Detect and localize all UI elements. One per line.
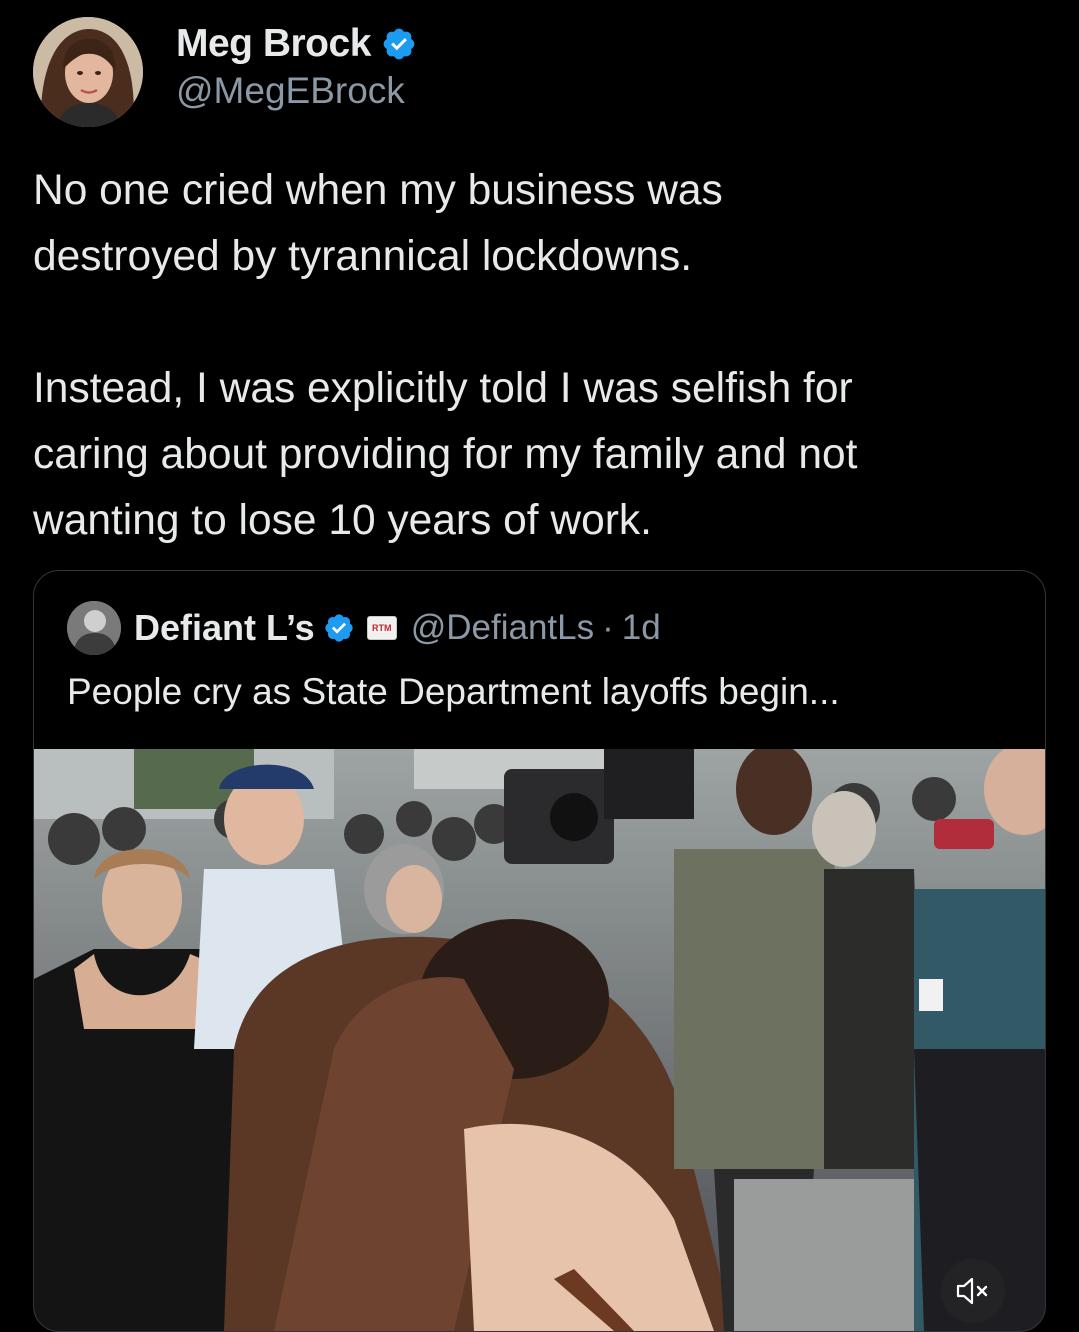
quoted-tweet-header: Defiant L’s RTM @DefiantLs · 1d [134, 603, 661, 653]
author-name-row: Meg Brock [176, 20, 417, 68]
author-avatar[interactable] [33, 17, 143, 127]
tweet-text-line: No one cried when my business was [33, 167, 723, 214]
quoted-tweet-card[interactable]: Defiant L’s RTM @DefiantLs · 1d People c… [33, 570, 1046, 1332]
speaker-muted-icon [956, 1277, 988, 1305]
tweet[interactable]: Meg Brock @MegEBrock No one cried when m… [0, 0, 1079, 1332]
author-handle[interactable]: @MegEBrock [176, 70, 405, 112]
tweet-text-line: Instead, I was explicitly told I was sel… [33, 365, 853, 412]
quoted-author-display-name[interactable]: Defiant L’s [134, 607, 315, 649]
affiliate-badge[interactable]: RTM [366, 616, 397, 640]
verified-badge-icon[interactable] [323, 612, 355, 644]
quoted-author-handle[interactable]: @DefiantLs [411, 608, 594, 648]
video-frame [34, 749, 1045, 1331]
quoted-tweet-text: People cry as State Department layoffs b… [67, 671, 840, 712]
tweet-text-line: caring about providing for my family and… [33, 431, 858, 478]
tweet-body: No one cried when my business was destro… [33, 158, 1053, 554]
verified-badge-icon[interactable] [381, 26, 417, 62]
mute-toggle-button[interactable] [941, 1259, 1005, 1323]
tweet-text-line: wanting to lose 10 years of work. [33, 497, 652, 544]
tweet-text-line: destroyed by tyrannical lockdowns. [33, 233, 693, 280]
quoted-tweet-timestamp[interactable]: 1d [622, 608, 661, 648]
author-display-name[interactable]: Meg Brock [176, 22, 371, 66]
quoted-author-avatar[interactable] [67, 601, 121, 655]
separator-dot: · [602, 608, 614, 647]
video-player[interactable] [34, 749, 1045, 1331]
